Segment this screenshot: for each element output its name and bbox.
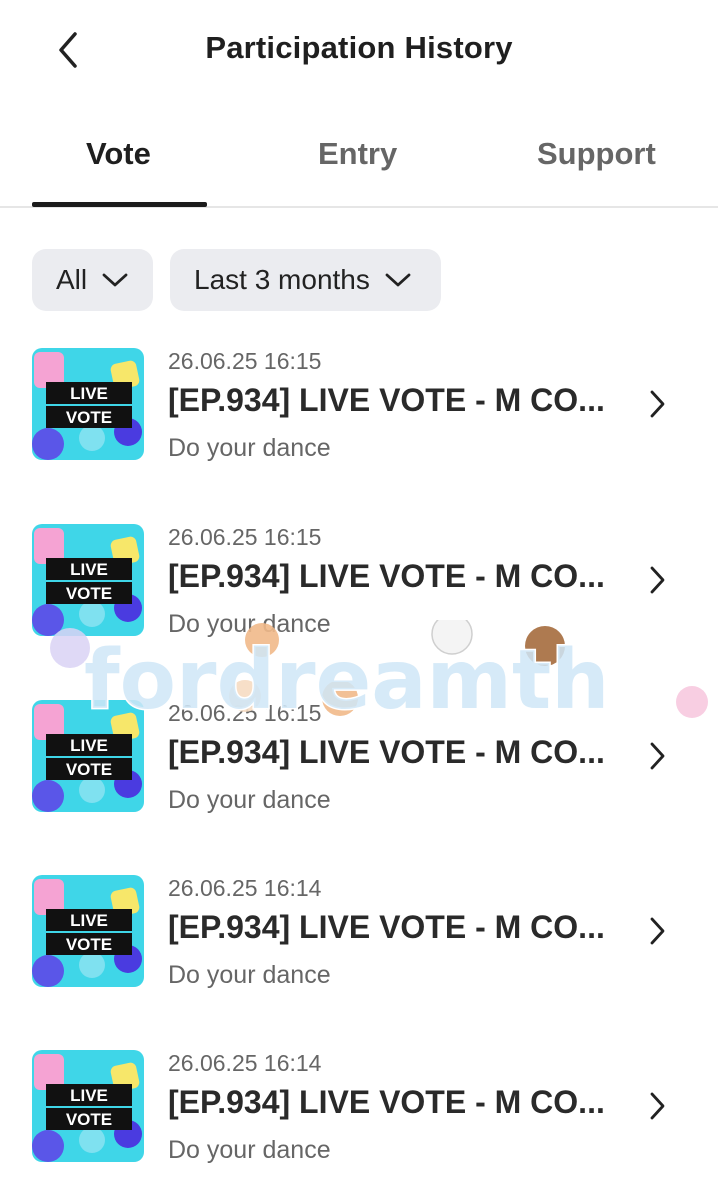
active-tab-indicator	[32, 202, 207, 207]
item-subtitle: Do your dance	[168, 1136, 331, 1164]
item-subtitle: Do your dance	[168, 434, 331, 462]
history-item[interactable]: LIVE VOTE 26.06.25 16:14 [EP.934] LIVE V…	[0, 875, 718, 1003]
history-item[interactable]: LIVE VOTE 26.06.25 16:15 [EP.934] LIVE V…	[0, 348, 718, 476]
type-filter-label: All	[56, 264, 88, 295]
thumb-vote-text: VOTE	[66, 584, 112, 603]
thumb-vote-text: VOTE	[66, 935, 112, 954]
item-title: [EP.934] LIVE VOTE - M CO...	[168, 558, 605, 594]
chevron-right-icon	[646, 915, 668, 952]
thumb-live-text: LIVE	[70, 384, 108, 403]
item-title: [EP.934] LIVE VOTE - M CO...	[168, 382, 605, 418]
type-filter-dropdown[interactable]: All	[32, 249, 153, 311]
tab-bar: Vote Entry Support	[0, 118, 718, 208]
item-title: [EP.934] LIVE VOTE - M CO...	[168, 734, 605, 770]
live-vote-thumbnail: LIVE VOTE	[32, 1050, 144, 1162]
item-title: [EP.934] LIVE VOTE - M CO...	[168, 909, 605, 945]
item-subtitle: Do your dance	[168, 961, 331, 989]
page-title: Participation History	[205, 30, 513, 65]
item-title: [EP.934] LIVE VOTE - M CO...	[168, 1084, 605, 1120]
item-date: 26.06.25 16:14	[168, 1050, 322, 1076]
app-header: Participation History	[0, 0, 718, 104]
history-item[interactable]: LIVE VOTE 26.06.25 16:15 [EP.934] LIVE V…	[0, 524, 718, 652]
chevron-right-icon	[646, 564, 668, 601]
chevron-down-icon	[384, 271, 412, 289]
period-filter-label: Last 3 months	[194, 264, 370, 295]
chevron-right-icon	[646, 740, 668, 777]
item-date: 26.06.25 16:15	[168, 524, 322, 550]
chevron-right-icon	[646, 388, 668, 425]
thumb-live-text: LIVE	[70, 1086, 108, 1105]
history-item[interactable]: LIVE VOTE 26.06.25 16:14 [EP.934] LIVE V…	[0, 1050, 718, 1178]
item-date: 26.06.25 16:15	[168, 348, 322, 374]
item-date: 26.06.25 16:14	[168, 875, 322, 901]
history-item[interactable]: LIVE VOTE 26.06.25 16:15 [EP.934] LIVE V…	[0, 700, 718, 828]
chevron-right-icon	[646, 1090, 668, 1127]
live-vote-thumbnail: LIVE VOTE	[32, 348, 144, 460]
thumb-vote-text: VOTE	[66, 408, 112, 427]
tab-entry[interactable]: Entry	[318, 136, 397, 172]
chevron-down-icon	[101, 271, 129, 289]
live-vote-thumbnail: LIVE VOTE	[32, 700, 144, 812]
live-vote-thumbnail: LIVE VOTE	[32, 875, 144, 987]
tab-vote[interactable]: Vote	[86, 136, 151, 172]
item-subtitle: Do your dance	[168, 610, 331, 638]
live-vote-thumbnail: LIVE VOTE	[32, 524, 144, 636]
item-subtitle: Do your dance	[168, 786, 331, 814]
thumb-vote-text: VOTE	[66, 1110, 112, 1129]
thumb-live-text: LIVE	[70, 736, 108, 755]
item-date: 26.06.25 16:15	[168, 700, 322, 726]
thumb-live-text: LIVE	[70, 560, 108, 579]
period-filter-dropdown[interactable]: Last 3 months	[170, 249, 441, 311]
thumb-vote-text: VOTE	[66, 760, 112, 779]
tab-support[interactable]: Support	[537, 136, 656, 172]
thumb-live-text: LIVE	[70, 911, 108, 930]
